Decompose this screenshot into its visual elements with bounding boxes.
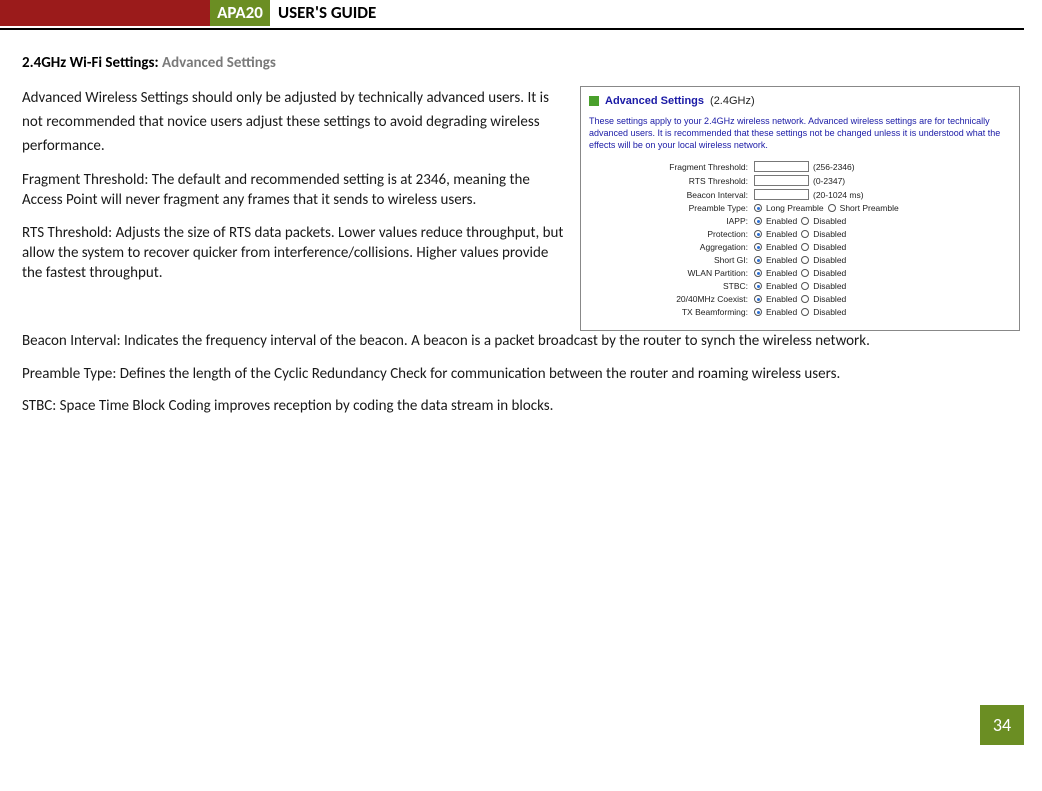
radio-label: Disabled <box>813 229 846 239</box>
hint-text: (0-2347) <box>813 176 845 186</box>
paragraph: RTS Threshold: Adjusts the size of RTS d… <box>22 223 566 284</box>
hint-text: (256-2346) <box>813 162 855 172</box>
radio-enabled[interactable] <box>754 295 762 303</box>
radio-disabled[interactable] <box>801 308 809 316</box>
radio-label: Enabled <box>766 294 797 304</box>
radio-label: Disabled <box>813 216 846 226</box>
form-label: Short GI: <box>589 255 754 265</box>
text-input[interactable] <box>754 161 809 172</box>
radio-disabled[interactable] <box>801 243 809 251</box>
radio-label: Disabled <box>813 242 846 252</box>
radio-label: Enabled <box>766 242 797 252</box>
form-label: STBC: <box>589 281 754 291</box>
hint-text: (20-1024 ms) <box>813 190 864 200</box>
form-row: IAPP: Enabled Disabled <box>589 216 1011 226</box>
form-row: STBC: Enabled Disabled <box>589 281 1011 291</box>
radio-label: Enabled <box>766 268 797 278</box>
text-input[interactable] <box>754 175 809 186</box>
radio-label: Disabled <box>813 255 846 265</box>
form-row: Short GI: Enabled Disabled <box>589 255 1011 265</box>
paragraph: Fragment Threshold: The default and reco… <box>22 170 566 211</box>
section-heading-title: Advanced Settings <box>162 54 276 72</box>
page-number-badge: 34 <box>980 705 1024 745</box>
radio-label: Disabled <box>813 268 846 278</box>
form-label: Aggregation: <box>589 242 754 252</box>
form-row-beacon-interval: Beacon Interval: (20-1024 ms) <box>589 189 1011 200</box>
paragraph: Advanced Wireless Settings should only b… <box>22 86 566 158</box>
radio-label: Short Preamble <box>840 203 899 213</box>
paragraph: Preamble Type: Defines the length of the… <box>22 364 1020 384</box>
radio-label: Enabled <box>766 255 797 265</box>
embedded-screenshot-panel: Advanced Settings (2.4GHz) These setting… <box>580 86 1020 331</box>
form-row: Aggregation: Enabled Disabled <box>589 242 1011 252</box>
doc-title: USER'S GUIDE <box>278 0 376 26</box>
body-text-column: Advanced Wireless Settings should only b… <box>22 86 566 295</box>
radio-label: Enabled <box>766 281 797 291</box>
radio-label: Disabled <box>813 294 846 304</box>
radio-label: Disabled <box>813 281 846 291</box>
radio-label: Enabled <box>766 229 797 239</box>
doc-header: APA20 USER'S GUIDE <box>0 0 1024 30</box>
radio-enabled[interactable] <box>754 308 762 316</box>
paragraph: STBC: Space Time Block Coding improves r… <box>22 396 1020 416</box>
form-row: 20/40MHz Coexist: Enabled Disabled <box>589 294 1011 304</box>
form-label: IAPP: <box>589 216 754 226</box>
radio-enabled[interactable] <box>754 282 762 290</box>
radio-disabled[interactable] <box>801 282 809 290</box>
radio-label: Long Preamble <box>766 203 824 213</box>
form-label: Beacon Interval: <box>589 190 754 200</box>
radio-label: Enabled <box>766 307 797 317</box>
panel-heading: Advanced Settings (2.4GHz) <box>589 95 1011 107</box>
radio-label: Disabled <box>813 307 846 317</box>
form-label: TX Beamforming: <box>589 307 754 317</box>
form-row: TX Beamforming: Enabled Disabled <box>589 307 1011 317</box>
radio-enabled[interactable] <box>754 269 762 277</box>
radio-enabled[interactable] <box>754 230 762 238</box>
form-row: Protection: Enabled Disabled <box>589 229 1011 239</box>
radio-long-preamble[interactable] <box>754 204 762 212</box>
section-heading: 2.4GHz Wi-Fi Settings: Advanced Settings <box>22 54 1020 72</box>
body-text-fullwidth: Beacon Interval: Indicates the frequency… <box>22 331 1020 416</box>
form-label: Preamble Type: <box>589 203 754 213</box>
radio-disabled[interactable] <box>801 269 809 277</box>
radio-short-preamble[interactable] <box>828 204 836 212</box>
form-label: WLAN Partition: <box>589 268 754 278</box>
radio-enabled[interactable] <box>754 217 762 225</box>
radio-label: Enabled <box>766 216 797 226</box>
radio-enabled[interactable] <box>754 243 762 251</box>
panel-heading-paren: (2.4GHz) <box>710 95 755 107</box>
form-label: 20/40MHz Coexist: <box>589 294 754 304</box>
brand-badge: APA20 <box>210 0 270 26</box>
section-heading-prefix: 2.4GHz Wi-Fi Settings: <box>22 54 162 72</box>
radio-disabled[interactable] <box>801 230 809 238</box>
square-bullet-icon <box>589 96 599 106</box>
radio-disabled[interactable] <box>801 295 809 303</box>
text-input[interactable] <box>754 189 809 200</box>
header-accent-block <box>0 0 210 26</box>
form-label: Fragment Threshold: <box>589 162 754 172</box>
paragraph: Beacon Interval: Indicates the frequency… <box>22 331 1020 351</box>
form-row-preamble-type: Preamble Type: Long Preamble Short Pream… <box>589 203 1011 213</box>
form-label: Protection: <box>589 229 754 239</box>
panel-description: These settings apply to your 2.4GHz wire… <box>589 115 1011 151</box>
radio-disabled[interactable] <box>801 256 809 264</box>
form-row-rts-threshold: RTS Threshold: (0-2347) <box>589 175 1011 186</box>
radio-disabled[interactable] <box>801 217 809 225</box>
page-body: 2.4GHz Wi-Fi Settings: Advanced Settings… <box>0 30 1042 416</box>
form-label: RTS Threshold: <box>589 176 754 186</box>
radio-enabled[interactable] <box>754 256 762 264</box>
panel-heading-bold: Advanced Settings <box>605 95 704 107</box>
form-row: WLAN Partition: Enabled Disabled <box>589 268 1011 278</box>
form-row-fragment-threshold: Fragment Threshold: (256-2346) <box>589 161 1011 172</box>
